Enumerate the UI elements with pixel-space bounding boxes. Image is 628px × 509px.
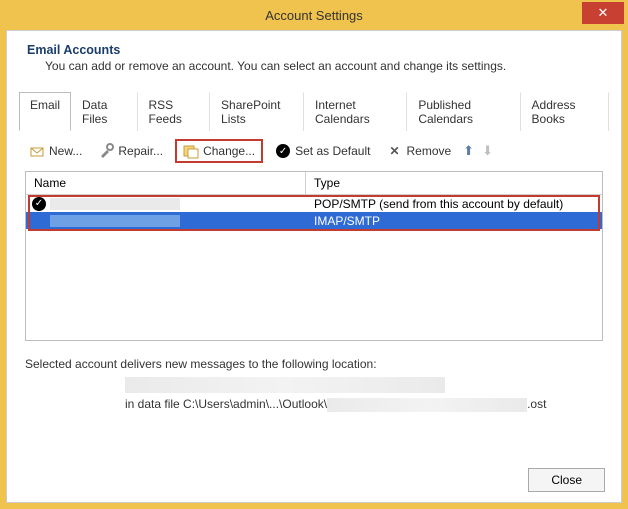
account-type-cell: POP/SMTP (send from this account by defa… [306, 197, 602, 211]
tab-label: SharePoint Lists [221, 98, 280, 126]
table-row[interactable]: IMAP/SMTP [26, 212, 602, 229]
toolbar: New... Repair... Change... ✓ Set as Defa… [7, 131, 621, 171]
tab-label: Address Books [532, 98, 576, 126]
repair-button[interactable]: Repair... [94, 141, 167, 161]
delivery-info: Selected account delivers new messages t… [25, 357, 603, 412]
tab-label: RSS Feeds [149, 98, 182, 126]
change-icon [183, 143, 199, 159]
tab-email[interactable]: Email [19, 92, 71, 131]
tab-sharepoint[interactable]: SharePoint Lists [210, 92, 304, 131]
repair-icon [98, 143, 114, 159]
tab-label: Internet Calendars [315, 98, 370, 126]
button-label: Remove [406, 144, 451, 158]
account-type-cell: IMAP/SMTP [306, 214, 602, 228]
tab-rss-feeds[interactable]: RSS Feeds [138, 92, 211, 131]
delivery-label: Selected account delivers new messages t… [25, 357, 603, 371]
dialog-footer: Close [528, 468, 605, 492]
remove-icon: ✕ [386, 143, 402, 159]
header-title: Email Accounts [27, 43, 601, 57]
redacted-name [50, 215, 180, 227]
titlebar: Account Settings ✕ [0, 0, 628, 30]
new-icon [29, 143, 45, 159]
path-prefix: in data file C:\Users\admin\...\Outlook\ [125, 397, 327, 411]
window-close-button[interactable]: ✕ [582, 2, 624, 24]
tab-data-files[interactable]: Data Files [71, 92, 138, 131]
redacted-path [327, 398, 527, 412]
table-row[interactable]: ✓ POP/SMTP (send from this account by de… [26, 195, 602, 212]
window-title: Account Settings [265, 8, 363, 23]
tab-label: Data Files [82, 98, 107, 126]
change-button[interactable]: Change... [175, 139, 263, 163]
dialog-content: Email Accounts You can add or remove an … [6, 30, 622, 503]
account-name-cell: ✓ [26, 197, 306, 211]
redacted-folder [125, 377, 445, 393]
button-label: Set as Default [295, 144, 370, 158]
rows: ✓ POP/SMTP (send from this account by de… [26, 195, 602, 229]
account-list: Name Type ✓ POP/SMTP (send from this acc… [25, 171, 603, 341]
tab-internet-calendars[interactable]: Internet Calendars [304, 92, 407, 131]
default-account-icon: ✓ [32, 197, 46, 211]
account-settings-window: Account Settings ✕ Email Accounts You ca… [0, 0, 628, 509]
account-name-cell [26, 215, 306, 227]
header-description: You can add or remove an account. You ca… [45, 59, 601, 73]
default-icon: ✓ [275, 143, 291, 159]
button-label: New... [49, 144, 82, 158]
tab-label: Email [30, 98, 60, 112]
button-label: Repair... [118, 144, 163, 158]
set-default-button[interactable]: ✓ Set as Default [271, 141, 374, 161]
move-down-button[interactable]: ⬇ [482, 143, 493, 159]
redacted-name [50, 198, 180, 210]
tab-published-calendars[interactable]: Published Calendars [407, 92, 520, 131]
new-button[interactable]: New... [25, 141, 86, 161]
delivery-path: in data file C:\Users\admin\...\Outlook\… [125, 397, 603, 412]
button-label: Close [551, 473, 582, 487]
move-up-button[interactable]: ⬆ [463, 143, 474, 159]
close-icon: ✕ [598, 5, 609, 21]
remove-button[interactable]: ✕ Remove [382, 141, 455, 161]
close-button[interactable]: Close [528, 468, 605, 492]
path-suffix: .ost [527, 397, 546, 411]
column-type[interactable]: Type [306, 172, 602, 194]
button-label: Change... [203, 144, 255, 158]
tab-strip: Email Data Files RSS Feeds SharePoint Li… [19, 91, 609, 131]
tab-address-books[interactable]: Address Books [521, 92, 609, 131]
list-header: Name Type [26, 172, 602, 195]
header-section: Email Accounts You can add or remove an … [7, 31, 621, 91]
tab-label: Published Calendars [418, 98, 473, 126]
column-name[interactable]: Name [26, 172, 306, 194]
